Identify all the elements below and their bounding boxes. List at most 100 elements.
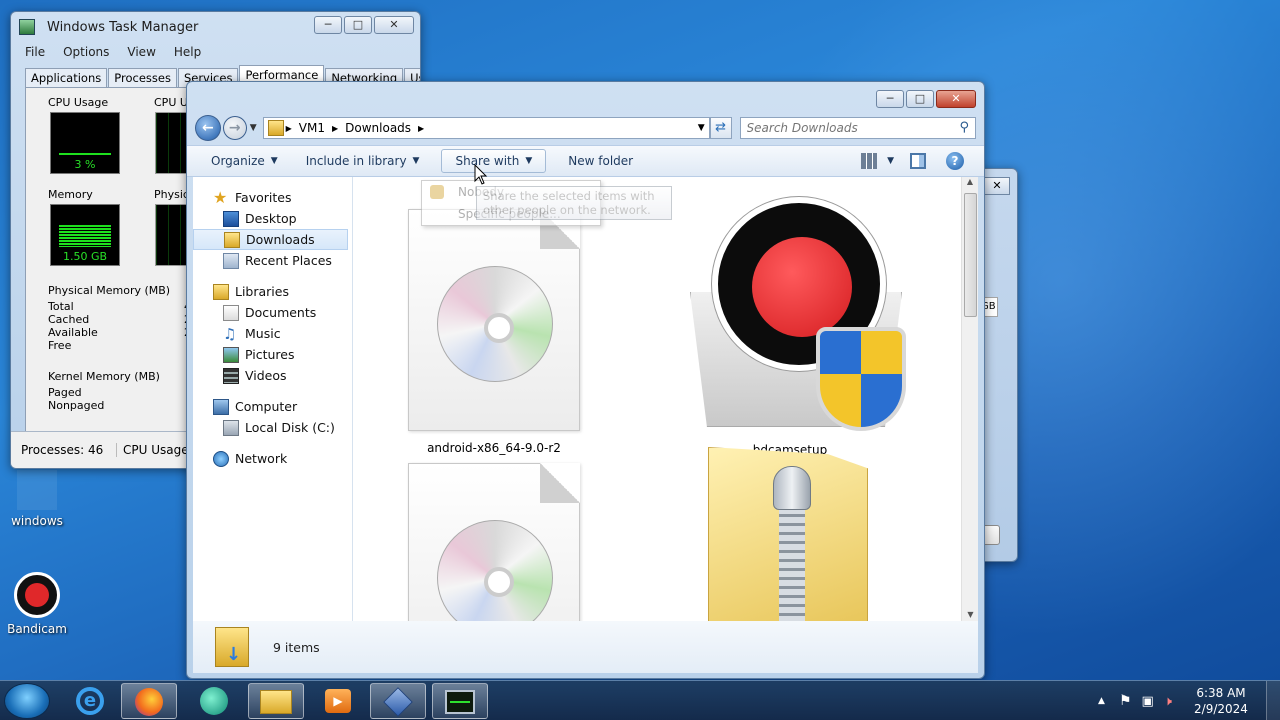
nav-label: Libraries [235,284,289,299]
address-row: ← → ▼ ▶ VM1 ▶ Downloads ▶ ▼ ⇄ ⚲ [195,115,976,141]
nav-pictures[interactable]: Pictures [193,344,352,365]
scroll-up-icon[interactable]: ▲ [962,177,978,191]
virtualbox-icon [383,687,413,717]
taskbar-internet-explorer[interactable]: e [62,683,118,719]
menu-bar: File Options View Help [11,42,420,62]
organize-button[interactable]: Organize ▼ [187,149,292,173]
disc-image-icon [408,209,580,431]
maximize-button[interactable]: □ [906,90,934,108]
refresh-button[interactable]: ⇄ [709,117,732,139]
forward-button[interactable]: → [222,116,247,140]
nav-label: Local Disk (C:) [245,420,335,435]
search-icon[interactable]: ⚲ [959,120,969,135]
taskbar-app[interactable] [186,683,242,719]
menu-view[interactable]: View [127,45,155,59]
nav-label: Network [235,451,288,466]
maximize-button[interactable]: □ [344,16,372,34]
downloads-folder-icon [224,231,240,248]
search-input[interactable] [746,121,957,135]
breadcrumb-chevron-icon[interactable]: ▶ [418,124,424,133]
address-dropdown-icon[interactable]: ▼ [698,123,705,133]
breadcrumb-chevron-icon[interactable]: ▶ [332,124,338,133]
show-desktop-button[interactable] [1266,681,1280,720]
file-list: android-x86_64-9.0-r2 bdcamsetup [354,177,960,621]
nav-recent-places[interactable]: Recent Places [193,250,352,271]
details-pane: ↓ 9 items [193,621,978,673]
nav-music[interactable]: ♫ Music [193,323,352,344]
nav-desktop[interactable]: Desktop [193,208,352,229]
search-box[interactable]: ⚲ [739,117,976,139]
chevron-down-icon: ▼ [525,156,533,166]
nav-network[interactable]: Network [193,448,352,469]
chevron-down-icon[interactable]: ▼ [887,156,894,166]
explorer-content: ★ Favorites Desktop Downloads Recent Pla… [193,177,978,621]
clock[interactable]: 6:38 AM 2/9/2024 [1186,685,1256,717]
help-button[interactable]: ? [942,149,984,173]
taskbar-virtualbox[interactable] [370,683,426,719]
taskbar-firefox[interactable] [121,683,177,719]
close-button[interactable]: ✕ [936,90,976,108]
minimize-button[interactable]: ─ [876,90,904,108]
cpu-usage-value: 3 % [74,158,96,171]
explorer-window[interactable]: ─ □ ✕ ← → ▼ ▶ VM1 ▶ Downloads ▶ ▼ ⇄ ⚲ Or… [186,81,985,679]
nav-libraries[interactable]: Libraries [193,281,352,302]
minimize-button[interactable]: ─ [314,16,342,34]
new-folder-button[interactable]: New folder [554,149,647,173]
firefox-icon [135,688,163,716]
desktop-icon-bandicam[interactable]: Bandicam [4,572,70,636]
action-center-flag-icon[interactable]: ⚑ [1119,693,1132,709]
navigation-pane: ★ Favorites Desktop Downloads Recent Pla… [193,177,353,621]
network-status-icon[interactable]: ▣ [1142,694,1154,709]
nav-downloads[interactable]: Downloads [193,229,348,250]
show-hidden-icons-icon[interactable]: ▲ [1098,696,1105,706]
scroll-down-icon[interactable]: ▼ [962,610,979,619]
close-icon[interactable]: ✕ [984,177,1010,195]
address-bar[interactable]: ▶ VM1 ▶ Downloads ▶ ▼ [262,117,710,139]
taskbar-task-manager[interactable] [432,683,488,719]
memory-value: 1.50 GB [62,250,108,263]
nav-computer[interactable]: Computer [193,396,352,417]
zip-folder-icon [708,447,868,621]
menu-help[interactable]: Help [174,45,201,59]
breadcrumb-downloads[interactable]: Downloads [345,121,411,135]
desktop-icon [223,210,239,227]
music-icon: ♫ [223,324,237,343]
star-icon: ★ [213,187,228,207]
preview-pane-button[interactable] [900,149,942,173]
back-button[interactable]: ← [195,115,221,141]
menu-options[interactable]: Options [63,45,109,59]
desktop-icon-windows[interactable]: windows [4,470,70,528]
file-item[interactable] [680,447,900,621]
file-item[interactable]: android-x86_64-9.0-r2 [384,209,604,455]
close-button[interactable]: ✕ [374,16,414,34]
nav-favorites[interactable]: ★ Favorites [193,187,352,208]
chevron-down-icon: ▼ [412,156,420,166]
include-in-library-button[interactable]: Include in library ▼ [292,149,434,173]
nav-videos[interactable]: Videos [193,365,352,386]
breadcrumb-chevron-icon[interactable]: ▶ [286,124,292,133]
file-item[interactable] [384,463,604,621]
tab-processes[interactable]: Processes [108,68,177,87]
menu-file[interactable]: File [25,45,45,59]
taskbar-explorer[interactable] [248,683,304,719]
share-with-button[interactable]: Share with ▼ [441,149,547,173]
scroll-thumb[interactable] [964,193,977,317]
volume-muted-icon[interactable]: 🕨 [1164,694,1172,709]
nav-label: Recent Places [245,253,332,268]
vertical-scrollbar[interactable]: ▲ ▼ [961,177,978,621]
breadcrumb-vm1[interactable]: VM1 [299,121,325,135]
cpu-usage-meter: 3 % [50,112,120,174]
local-disk-icon [223,419,239,436]
kernel-memory-section: Kernel Memory (MB) Paged1 Nonpaged [48,370,198,412]
recent-pages-chevron-icon[interactable]: ▼ [250,123,257,133]
nav-local-disk[interactable]: Local Disk (C:) [193,417,352,438]
organize-label: Organize [211,154,265,168]
file-item[interactable]: bdcamsetup [680,197,906,457]
taskbar-media-player[interactable]: ▶ [310,683,366,719]
help-icon: ? [946,152,964,170]
nav-documents[interactable]: Documents [193,302,352,323]
change-view-button[interactable]: ▼ [855,149,900,173]
tab-applications[interactable]: Applications [25,68,108,87]
start-button[interactable] [4,683,50,719]
windows-icon [17,470,57,510]
